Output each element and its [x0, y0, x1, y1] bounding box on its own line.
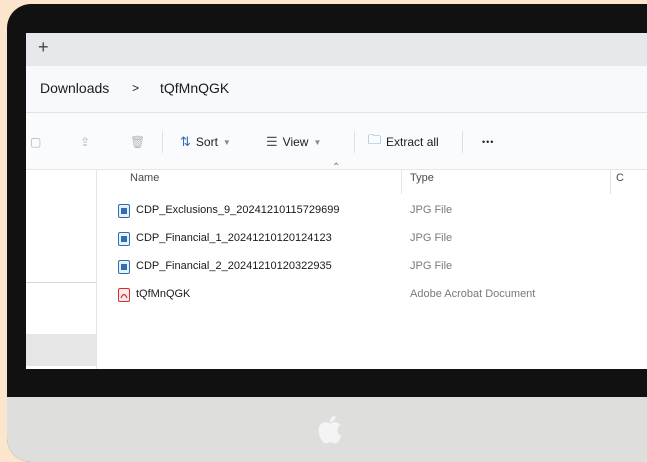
extract-all-button[interactable]: 🗀 Extract all: [368, 132, 439, 151]
sort-caret-icon: ⌃: [332, 162, 341, 173]
delete-icon[interactable]: 🗑: [130, 133, 145, 151]
column-headers: ⌃ Name Type C: [96, 162, 647, 194]
sidebar-divider: [26, 282, 96, 283]
file-row[interactable]: tQfMnQGK Adobe Acrobat Document: [114, 285, 634, 307]
file-type: JPG File: [410, 232, 453, 244]
sidebar-item-selected[interactable]: [26, 334, 96, 366]
sort-icon: ⇅: [180, 134, 191, 149]
apple-logo-icon: [318, 415, 342, 444]
file-name: CDP_Financial_1_20241210120124123: [136, 232, 332, 244]
breadcrumb-separator: >: [132, 81, 140, 95]
copy-icon[interactable]: ▢: [30, 133, 41, 151]
file-row[interactable]: CDP_Financial_1_20241210120124123 JPG Fi…: [114, 229, 634, 251]
navigation-pane: 📌 📌: [26, 170, 97, 369]
breadcrumb-current-folder[interactable]: tQfMnQGK: [160, 80, 229, 96]
pdf-file-icon: [118, 288, 130, 302]
new-tab-button[interactable]: +: [38, 38, 49, 56]
sort-label: Sort: [195, 135, 218, 149]
file-row[interactable]: CDP_Financial_2_20241210120322935 JPG Fi…: [114, 257, 634, 279]
breadcrumb-downloads[interactable]: Downloads: [40, 80, 109, 96]
chevron-down-icon: ▼: [313, 137, 322, 147]
view-label: View: [282, 135, 309, 149]
file-type: JPG File: [410, 204, 453, 216]
column-divider[interactable]: [610, 170, 611, 194]
file-explorer-window: + Downloads > tQfMnQGK ▢ ⇪ 🗑 ⇅ Sort ▼ ☰ …: [26, 33, 647, 369]
view-button[interactable]: ☰ View ▼: [266, 133, 321, 151]
extract-icon: 🗀: [368, 132, 382, 147]
file-name: CDP_Exclusions_9_20241210115729699: [136, 204, 340, 216]
tab-bar: +: [26, 33, 647, 66]
chevron-down-icon: ▼: [222, 137, 231, 147]
image-file-icon: [118, 260, 130, 274]
file-name: tQfMnQGK: [136, 288, 191, 300]
column-divider[interactable]: [401, 170, 402, 194]
file-type: Adobe Acrobat Document: [410, 288, 536, 300]
breadcrumb: Downloads > tQfMnQGK: [26, 66, 647, 113]
more-options-button[interactable]: •••: [482, 133, 494, 151]
column-header-type[interactable]: Type: [410, 172, 434, 184]
image-file-icon: [118, 232, 130, 246]
file-name: CDP_Financial_2_20241210120322935: [136, 260, 332, 272]
view-icon: ☰: [266, 134, 278, 149]
sort-button[interactable]: ⇅ Sort ▼: [180, 133, 231, 151]
extract-label: Extract all: [386, 135, 439, 149]
file-row[interactable]: CDP_Exclusions_9_20241210115729699 JPG F…: [114, 201, 634, 223]
file-type: JPG File: [410, 260, 453, 272]
column-header-name[interactable]: Name: [130, 172, 159, 184]
toolbar-divider: [354, 131, 355, 153]
image-file-icon: [118, 204, 130, 218]
share-icon[interactable]: ⇪: [80, 133, 90, 151]
toolbar-divider: [162, 131, 163, 153]
toolbar-divider: [462, 131, 463, 153]
column-header-extra[interactable]: C: [616, 172, 624, 184]
